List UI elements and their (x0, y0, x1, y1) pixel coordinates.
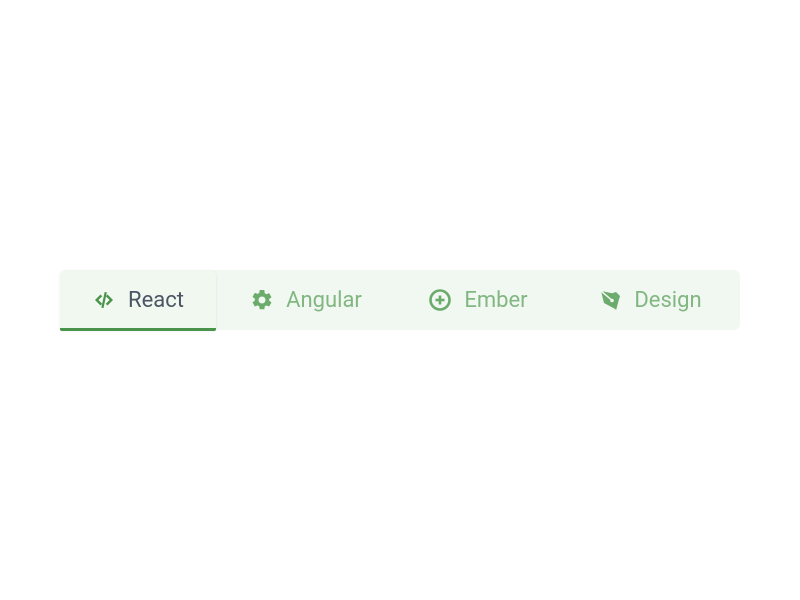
tab-react[interactable]: React (60, 270, 216, 330)
tab-label: Design (634, 288, 701, 313)
tab-bar: React Angular Ember (60, 270, 740, 330)
tab-ember[interactable]: Ember (396, 270, 560, 330)
plus-circle-icon (428, 288, 452, 312)
pen-nib-icon (598, 288, 622, 312)
tab-label: Ember (464, 288, 527, 313)
tab-angular[interactable]: Angular (216, 270, 396, 330)
code-icon (92, 288, 116, 312)
tab-label: React (128, 288, 184, 313)
tab-label: Angular (286, 288, 362, 313)
gear-icon (250, 288, 274, 312)
tab-design[interactable]: Design (560, 270, 740, 330)
